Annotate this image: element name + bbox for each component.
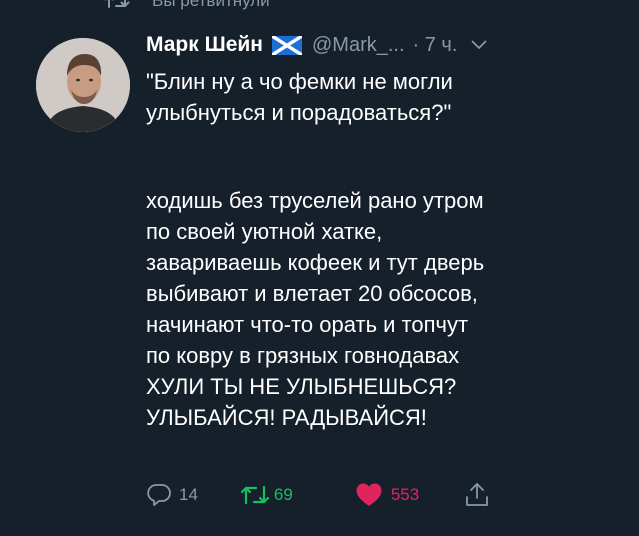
heart-icon — [355, 482, 383, 508]
retweet-count: 69 — [273, 485, 293, 504]
retweet-context-label: Вы ретвитнули — [152, 0, 270, 10]
retweet-context-icon — [104, 0, 130, 10]
tweet-line: улыбнуться и порадоваться?" — [146, 100, 452, 125]
chevron-down-icon[interactable] — [457, 40, 487, 50]
tweet-paragraph: "Блин ну а чо фемки не могли улыбнуться … — [146, 66, 606, 128]
tweet-line: ходишь без труселей рано утром — [146, 188, 484, 213]
tweet-line: выбивают и влетает 20 обсосов, — [146, 281, 478, 306]
tweet-paragraph: ходишь без труселей рано утром по своей … — [146, 185, 606, 433]
reply-count: 14 — [179, 485, 198, 504]
tweet-line: завариваешь кофеек и тут дверь — [146, 250, 485, 275]
reply-icon — [146, 482, 172, 508]
tweet-text: "Блин ну а чо фемки не могли улыбнуться … — [146, 66, 606, 433]
retweet-context: Вы ретвитнули — [104, 0, 270, 11]
like-count: 553 — [390, 485, 420, 504]
scotland-flag-icon — [263, 35, 312, 55]
retweet-button[interactable]: 69 — [240, 483, 293, 507]
retweet-icon — [240, 483, 270, 507]
tweet-line: по своей уютной хатке, — [146, 219, 383, 244]
share-icon — [465, 482, 489, 508]
tweet-time[interactable]: · 7 ч. — [413, 34, 458, 57]
like-button[interactable]: 553 — [355, 482, 419, 508]
reply-button[interactable]: 14 — [146, 482, 198, 508]
author-handle[interactable]: @Mark_... — [312, 34, 405, 57]
tweet-line: УЛЫБАЙСЯ! РАДЫВАЙСЯ! — [146, 405, 427, 430]
tweet-line: начинают что-то орать и топчут — [146, 312, 469, 337]
author-name[interactable]: Марк Шейн — [146, 33, 263, 57]
tweet-header: Марк Шейн @Mark_... · 7 ч. — [146, 30, 621, 60]
tweet-line: ХУЛИ ТЫ НЕ УЛЫБНЕШЬСЯ? — [146, 374, 457, 399]
share-button[interactable] — [465, 482, 489, 508]
tweet-line: "Блин ну а чо фемки не могли — [146, 69, 453, 94]
avatar[interactable] — [36, 38, 130, 132]
tweet-line: по ковру в грязных говнодавах — [146, 343, 460, 368]
tweet-actions: 14 69 553 — [146, 478, 566, 512]
